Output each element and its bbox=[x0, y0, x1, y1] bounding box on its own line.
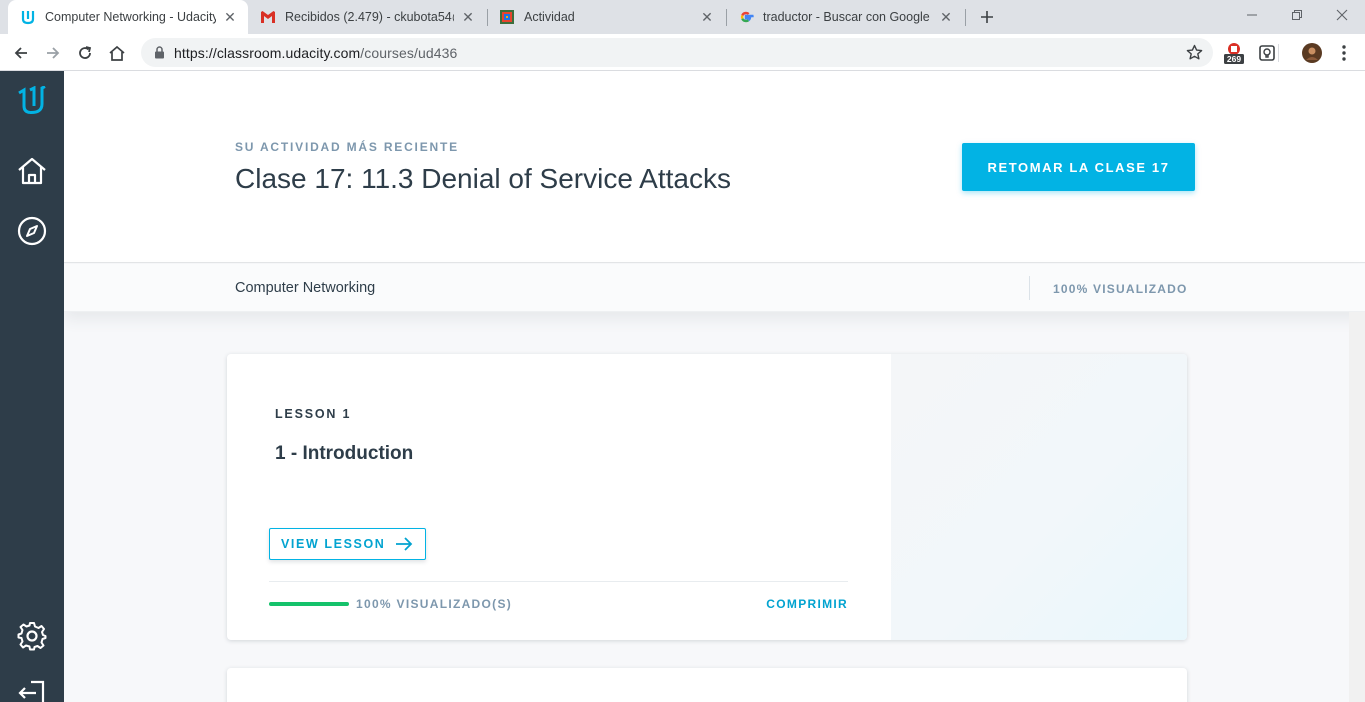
sidebar-settings-button[interactable] bbox=[16, 620, 48, 652]
browser-tab-actividad[interactable]: Actividad ✕ bbox=[487, 0, 725, 34]
home-icon bbox=[18, 157, 46, 185]
view-lesson-label: VIEW LESSON bbox=[281, 537, 386, 551]
plus-icon bbox=[981, 11, 993, 23]
avatar-icon bbox=[1302, 43, 1322, 63]
classroom-main: SU ACTIVIDAD MÁS RECIENTE Clase 17: 11.3… bbox=[64, 71, 1365, 702]
google-favicon-icon bbox=[738, 9, 754, 25]
browser-tab-gmail[interactable]: Recibidos (2.479) - ckubota54@g ✕ bbox=[248, 0, 486, 34]
tab-title: Computer Networking - Udacity bbox=[45, 10, 216, 24]
home-button[interactable] bbox=[104, 40, 130, 66]
gmail-favicon-icon bbox=[260, 9, 276, 25]
minimize-icon bbox=[1247, 14, 1257, 16]
sidebar-logout-button[interactable] bbox=[16, 677, 48, 702]
close-icon bbox=[1336, 9, 1348, 21]
close-tab-icon[interactable]: ✕ bbox=[938, 9, 954, 25]
tab-title: Actividad bbox=[524, 10, 575, 24]
tab-title: Recibidos (2.479) - ckubota54@g bbox=[285, 10, 454, 24]
lock-icon bbox=[152, 46, 166, 60]
close-tab-icon[interactable]: ✕ bbox=[222, 9, 238, 25]
tab-separator bbox=[965, 9, 966, 26]
extension-notifications-button[interactable]: 269 bbox=[1223, 42, 1245, 64]
arrow-right-icon bbox=[47, 47, 60, 59]
tab-title: traductor - Buscar con Google bbox=[763, 10, 930, 24]
browser-tab-google[interactable]: traductor - Buscar con Google ✕ bbox=[726, 0, 964, 34]
close-tab-icon[interactable]: ✕ bbox=[699, 9, 715, 25]
lesson-card-image bbox=[891, 354, 1187, 640]
home-icon bbox=[109, 45, 125, 61]
extension-badge-count: 269 bbox=[1226, 54, 1242, 64]
recent-lesson-title: Clase 17: 11.3 Denial of Service Attacks bbox=[235, 163, 731, 194]
activity-favicon-icon bbox=[499, 9, 515, 25]
scrollbar-track[interactable] bbox=[1349, 312, 1365, 702]
reload-button[interactable] bbox=[72, 40, 98, 66]
restore-window-button[interactable] bbox=[1274, 0, 1320, 30]
lesson-name: 1 - Introduction bbox=[275, 443, 414, 464]
arrow-right-icon bbox=[395, 537, 413, 551]
kebab-menu-icon bbox=[1342, 45, 1346, 61]
reload-icon bbox=[79, 46, 92, 59]
browser-tab-udacity[interactable]: Computer Networking - Udacity ✕ bbox=[8, 0, 248, 34]
udacity-favicon-icon bbox=[20, 9, 36, 25]
toolbar-separator bbox=[1278, 44, 1279, 62]
lesson-card: LESSON 1 1 - Introduction VIEW LESSON 10… bbox=[227, 354, 1187, 640]
browser-menu-button[interactable] bbox=[1333, 42, 1355, 64]
recent-activity-header: SU ACTIVIDAD MÁS RECIENTE Clase 17: 11.3… bbox=[64, 71, 1365, 263]
lesson-number: LESSON 1 bbox=[275, 407, 352, 421]
profile-avatar[interactable] bbox=[1301, 42, 1323, 64]
sidebar-home-button[interactable] bbox=[16, 155, 48, 187]
lesson-progress-bar bbox=[269, 602, 349, 606]
logout-icon bbox=[18, 680, 45, 702]
bookmark-star-icon[interactable] bbox=[1186, 44, 1203, 61]
collapse-link[interactable]: COMPRIMIR bbox=[766, 597, 848, 611]
compass-icon bbox=[17, 216, 47, 246]
restore-icon bbox=[1292, 10, 1302, 20]
lesson-card-body: LESSON 1 1 - Introduction VIEW LESSON 10… bbox=[227, 354, 891, 640]
udacity-logo[interactable] bbox=[16, 86, 48, 118]
lesson-card bbox=[227, 668, 1187, 702]
resume-lesson-button[interactable]: RETOMAR LA CLASE 17 bbox=[962, 143, 1195, 191]
url-text: https://classroom.udacity.com/courses/ud… bbox=[174, 44, 458, 61]
udacity-logo-icon bbox=[18, 86, 46, 115]
recent-activity-label: SU ACTIVIDAD MÁS RECIENTE bbox=[235, 140, 459, 154]
close-window-button[interactable] bbox=[1319, 0, 1365, 30]
browser-toolbar: https://classroom.udacity.com/courses/ud… bbox=[0, 34, 1365, 71]
course-name: Computer Networking bbox=[235, 280, 376, 296]
course-progress-bar: Computer Networking 100% VISUALIZADO bbox=[64, 264, 1365, 312]
view-lesson-button[interactable]: VIEW LESSON bbox=[269, 528, 426, 560]
close-tab-icon[interactable]: ✕ bbox=[460, 9, 476, 25]
course-progress-text: 100% VISUALIZADO bbox=[1053, 282, 1188, 296]
settings-gear-icon bbox=[17, 622, 47, 651]
arrow-left-icon bbox=[14, 47, 27, 59]
lightbulb-extension-icon bbox=[1259, 45, 1275, 61]
sidebar-explore-button[interactable] bbox=[16, 215, 48, 247]
browser-tab-strip: Computer Networking - Udacity ✕ Recibido… bbox=[0, 0, 1365, 34]
udacity-sidebar bbox=[0, 71, 64, 702]
address-bar[interactable]: https://classroom.udacity.com/courses/ud… bbox=[141, 38, 1213, 67]
minimize-window-button[interactable] bbox=[1229, 0, 1275, 30]
extension-button[interactable] bbox=[1256, 42, 1278, 64]
divider bbox=[269, 581, 848, 582]
lesson-viewed-text: 100% VISUALIZADO(S) bbox=[356, 597, 513, 611]
back-button[interactable] bbox=[8, 40, 34, 66]
new-tab-button[interactable] bbox=[976, 6, 998, 28]
forward-button[interactable] bbox=[40, 40, 66, 66]
divider bbox=[1029, 276, 1030, 300]
